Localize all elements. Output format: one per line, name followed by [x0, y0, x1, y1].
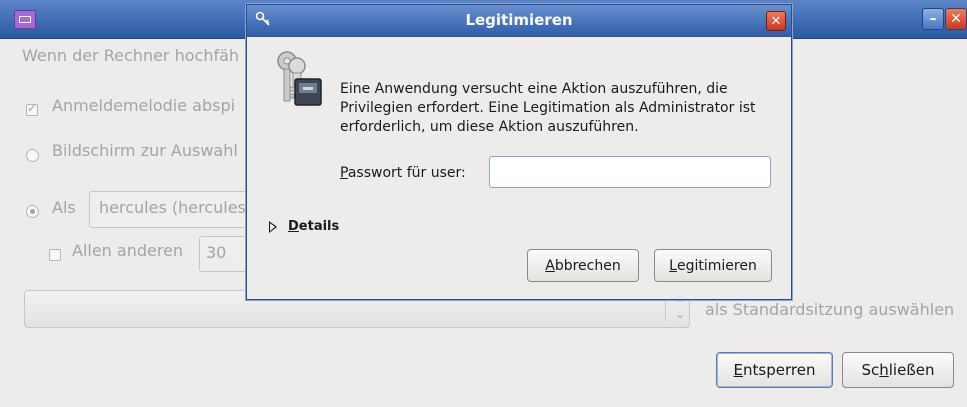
- authenticate-button[interactable]: Legitimieren: [654, 249, 772, 282]
- login-settings-icon: [14, 10, 36, 29]
- button-label: egitimieren: [676, 257, 757, 274]
- expander-label: etails: [298, 219, 340, 234]
- others-checkbox[interactable]: [49, 249, 61, 261]
- authentication-dialog: Legitimieren ✕ Eine Anwendung versucht e…: [246, 4, 792, 300]
- session-label: als Standardsitzung auswählen: [705, 300, 955, 319]
- close-icon: ✕: [770, 13, 782, 29]
- button-label: Sc: [861, 361, 880, 379]
- button-label: ließen: [888, 361, 935, 379]
- window-close-button[interactable]: ✕: [945, 8, 967, 30]
- close-icon: ✕: [950, 11, 962, 27]
- startup-description: Wenn der Rechner hochfäh: [22, 46, 240, 65]
- dialog-close-button[interactable]: ✕: [766, 11, 786, 31]
- label-text: asswort für user:: [347, 165, 466, 181]
- mnemonic-char: A: [545, 257, 555, 274]
- close-button[interactable]: Sc h ließen: [842, 352, 954, 388]
- autologin-radio[interactable]: [26, 205, 39, 218]
- melody-label: Anmeldemelodie abspi: [52, 96, 236, 115]
- minimize-button[interactable]: –: [922, 8, 944, 30]
- mnemonic-char: P: [340, 165, 348, 181]
- user-select[interactable]: hercules (hercules: [89, 191, 269, 228]
- expander-arrow-icon[interactable]: [269, 221, 277, 233]
- chooser-radio[interactable]: [26, 149, 39, 162]
- updown-arrows-icon: ⌃ ⌄: [675, 297, 686, 321]
- dialog-title: Legitimieren: [465, 11, 573, 29]
- autologin-label: Als: [52, 198, 76, 217]
- mnemonic-char: h: [879, 361, 889, 379]
- keys-lock-icon: [277, 51, 322, 106]
- combo-separator: [665, 297, 666, 321]
- cancel-button[interactable]: Abbrechen: [527, 249, 639, 282]
- password-input[interactable]: [489, 156, 771, 188]
- mnemonic-char: L: [669, 257, 677, 274]
- minimize-icon: –: [929, 11, 937, 27]
- details-expander[interactable]: Details: [288, 219, 339, 234]
- melody-checkbox[interactable]: [26, 101, 38, 116]
- button-label: bbrechen: [554, 257, 621, 274]
- unlock-button[interactable]: Entsperren: [716, 352, 833, 388]
- password-label: Passwort für user:: [340, 165, 466, 181]
- dialog-titlebar[interactable]: Legitimieren ✕: [247, 5, 791, 37]
- mnemonic-char: E: [733, 361, 744, 379]
- chooser-label: Bildschirm zur Auswahl: [52, 141, 238, 160]
- mnemonic-char: D: [288, 219, 299, 234]
- dialog-message: Eine Anwendung versucht eine Aktion ausz…: [340, 81, 756, 135]
- others-label: Allen anderen: [72, 241, 184, 260]
- button-label: ntsperren: [743, 361, 816, 379]
